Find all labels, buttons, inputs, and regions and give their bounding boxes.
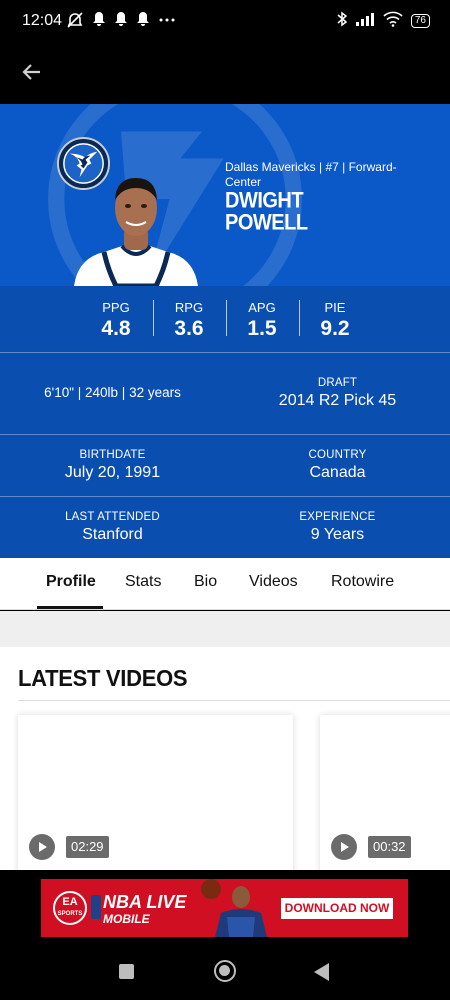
recents-icon[interactable] <box>119 964 134 979</box>
download-now-button[interactable]: DOWNLOAD NOW <box>281 898 393 919</box>
video-card[interactable]: 00:32 <box>320 715 450 870</box>
measurements-draft-row: 6'10" | 240lb | 32 years DRAFT 2014 R2 P… <box>0 352 450 434</box>
profile-tabs: Profile Stats Bio Videos Rotowire <box>0 558 450 610</box>
ad-subtitle: MOBILE <box>103 912 150 926</box>
video-duration: 02:29 <box>66 836 109 858</box>
ad-banner-container: EA SPORTS NBA LIVE MOBILE DOWNLOAD NOW <box>0 870 450 946</box>
video-duration: 00:32 <box>368 836 411 858</box>
player-first-name: DWIGHT <box>225 188 304 214</box>
bell-icon <box>92 11 106 32</box>
section-spacer <box>0 611 450 647</box>
country-info: COUNTRY Canada <box>308 449 367 481</box>
video-card[interactable]: 02:29 <box>18 715 293 870</box>
averages-row: PPG 4.8 RPG 3.6 APG 1.5 PIE 9.2 <box>0 286 450 352</box>
more-dots-icon <box>158 11 176 32</box>
player-hero: Dallas Mavericks | #7 | Forward-Center D… <box>0 104 450 286</box>
tab-stats[interactable]: Stats <box>125 573 161 591</box>
stat-pie: PIE 9.2 <box>320 300 350 340</box>
nba-logo-icon <box>91 895 101 919</box>
muted-alarm-icon <box>66 11 84 32</box>
tab-bio[interactable]: Bio <box>194 573 217 591</box>
play-icon[interactable] <box>29 834 55 860</box>
battery-icon: 76 <box>410 13 430 28</box>
ad-player-image <box>201 879 267 937</box>
bell-icon <box>136 11 150 32</box>
player-headshot <box>74 178 198 286</box>
tab-rotowire[interactable]: Rotowire <box>331 573 394 591</box>
system-icons: 76 <box>337 11 430 30</box>
bluetooth-icon <box>337 11 348 30</box>
back-button[interactable] <box>16 56 48 88</box>
bell-icon <box>114 11 128 32</box>
birthdate-country-row: BIRTHDATE July 20, 1991 COUNTRY Canada <box>0 434 450 496</box>
ad-title: NBA LIVE <box>103 892 187 912</box>
last-attended-info: LAST ATTENDED Stanford <box>65 511 160 543</box>
ea-sports-logo: EA SPORTS <box>53 891 87 925</box>
section-title: LATEST VIDEOS <box>18 665 188 692</box>
stat-rpg: RPG 3.6 <box>174 300 204 340</box>
player-last-name: POWELL <box>225 210 308 236</box>
stat-ppg: PPG 4.8 <box>101 300 131 340</box>
player-name: DWIGHT POWELL <box>225 190 308 234</box>
experience-info: EXPERIENCE 9 Years <box>299 511 376 543</box>
signal-icon <box>355 12 375 29</box>
latest-videos-section: LATEST VIDEOS 02:29 00:32 <box>0 647 450 870</box>
wifi-icon <box>383 11 403 30</box>
draft-info: DRAFT 2014 R2 Pick 45 <box>278 377 397 409</box>
attended-experience-row: LAST ATTENDED Stanford EXPERIENCE 9 Year… <box>0 496 450 558</box>
stat-apg: APG 1.5 <box>247 300 277 340</box>
active-tab-indicator <box>37 606 103 609</box>
player-measurements: 6'10" | 240lb | 32 years <box>44 385 181 400</box>
tab-videos[interactable]: Videos <box>249 573 298 591</box>
system-nav-bar <box>0 946 450 1000</box>
team-position-line: Dallas Mavericks | #7 | Forward-Center <box>225 160 397 189</box>
play-icon[interactable] <box>331 834 357 860</box>
status-bar: 12:04 76 <box>0 0 450 42</box>
tab-profile[interactable]: Profile <box>46 573 96 591</box>
player-stats: PPG 4.8 RPG 3.6 APG 1.5 PIE 9.2 6'10" | … <box>0 286 450 558</box>
top-app-bar <box>0 42 450 104</box>
section-divider <box>18 700 450 701</box>
ad-banner[interactable]: EA SPORTS NBA LIVE MOBILE DOWNLOAD NOW <box>41 879 408 937</box>
birthdate-info: BIRTHDATE July 20, 1991 <box>64 449 161 481</box>
status-time: 12:04 <box>22 12 63 29</box>
notification-icons <box>66 11 176 32</box>
arrow-left-icon <box>22 64 40 80</box>
back-triangle-icon[interactable] <box>314 963 329 981</box>
home-icon[interactable] <box>214 960 236 982</box>
